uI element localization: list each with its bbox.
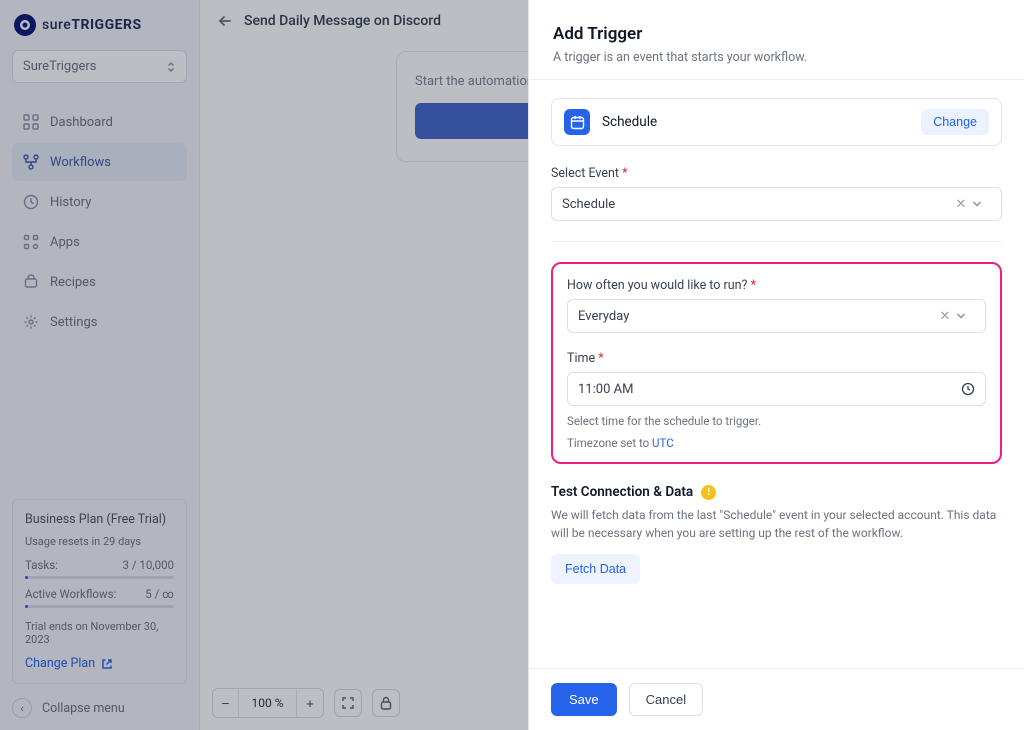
save-button[interactable]: Save <box>551 683 617 716</box>
panel-header: Add Trigger A trigger is an event that s… <box>529 0 1024 80</box>
time-value: 11:00 AM <box>578 382 961 397</box>
selected-app-card: Schedule Change <box>551 98 1002 146</box>
panel-title: Add Trigger <box>553 24 1000 44</box>
clock-icon <box>961 382 975 396</box>
event-value: Schedule <box>562 197 951 212</box>
trigger-panel: Add Trigger A trigger is an event that s… <box>528 0 1024 730</box>
frequency-select[interactable]: Everyday ✕ <box>567 299 986 333</box>
test-section-title: Test Connection & Data ! <box>551 484 1002 500</box>
frequency-value: Everyday <box>578 309 935 324</box>
time-help: Select time for the schedule to trigger. <box>567 414 986 428</box>
test-section-desc: We will fetch data from the last "Schedu… <box>551 506 1002 542</box>
time-input[interactable]: 11:00 AM <box>567 372 986 406</box>
panel-subtitle: A trigger is an event that starts your w… <box>553 50 1000 65</box>
clear-icon[interactable]: ✕ <box>951 197 971 212</box>
schedule-highlight: How often you would like to run? * Every… <box>551 262 1002 464</box>
cancel-button[interactable]: Cancel <box>629 683 703 716</box>
panel-footer: Save Cancel <box>529 668 1024 730</box>
overlay-dim[interactable] <box>0 0 528 730</box>
event-select[interactable]: Schedule ✕ <box>551 187 1002 221</box>
event-label: Select Event * <box>551 166 1002 181</box>
timezone-help: Timezone set to UTC <box>567 436 986 450</box>
frequency-label: How often you would like to run? * <box>567 278 986 293</box>
fetch-data-button[interactable]: Fetch Data <box>551 554 640 584</box>
change-app-button[interactable]: Change <box>921 109 989 135</box>
utc-link[interactable]: UTC <box>652 436 674 450</box>
schedule-app-icon <box>564 109 590 135</box>
warning-icon: ! <box>701 485 716 500</box>
clear-icon[interactable]: ✕ <box>935 309 955 324</box>
chevron-down-icon <box>955 310 975 322</box>
time-label: Time * <box>567 351 986 366</box>
selected-app-name: Schedule <box>602 114 657 130</box>
chevron-down-icon <box>971 198 991 210</box>
